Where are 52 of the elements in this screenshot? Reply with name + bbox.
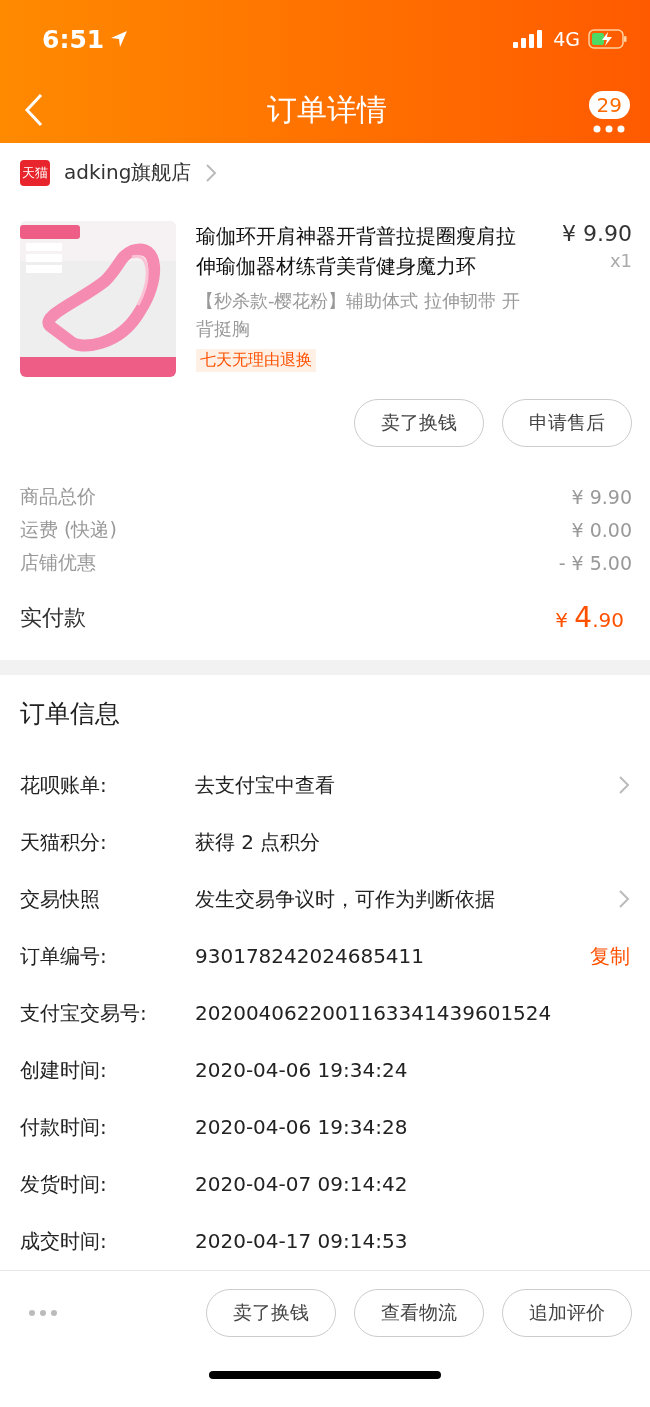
product-title[interactable]: 瑜伽环开肩神器开背普拉提圈瘦肩拉伸瑜伽器材练背美背健身魔力环 xyxy=(196,220,534,281)
info-value: 930178242024685411 xyxy=(195,944,426,969)
product-quantity: x1 xyxy=(609,249,632,271)
product-price: ¥ 9.90 xyxy=(562,220,632,246)
action-button[interactable]: 追加评价 xyxy=(502,1289,632,1338)
info-value: 2020040622001163341439601524 xyxy=(195,1001,553,1026)
info-label: 创建时间: xyxy=(20,1056,108,1084)
action-button[interactable]: 卖了换钱 xyxy=(354,398,484,447)
section-title: 订单信息 xyxy=(20,697,121,730)
chevron-right-icon[interactable] xyxy=(618,775,630,796)
cost-label: 店铺优惠 xyxy=(20,550,96,576)
chevron-right-icon[interactable] xyxy=(205,162,218,183)
info-value: 2020-04-07 09:14:42 xyxy=(195,1172,409,1197)
info-label: 订单编号: xyxy=(20,942,108,970)
battery-charging-icon xyxy=(588,29,628,49)
info-label: 天猫积分: xyxy=(20,828,108,856)
total-label: 实付款 xyxy=(20,603,86,632)
product-variant: 【秒杀款-樱花粉】辅助体式 拉伸韧带 开背挺胸 xyxy=(196,288,521,341)
info-label: 成交时间: xyxy=(20,1227,108,1255)
info-value[interactable]: 发生交易争议时，可作为判断依据 xyxy=(195,885,618,913)
page-title: 订单详情 xyxy=(267,90,387,129)
more-icon[interactable] xyxy=(593,125,626,134)
back-icon[interactable] xyxy=(24,93,44,128)
cost-value: - ¥ 5.00 xyxy=(558,552,632,575)
cost-value: ¥ 9.90 xyxy=(571,486,632,509)
action-button[interactable]: 卖了换钱 xyxy=(206,1289,336,1338)
cost-label: 商品总价 xyxy=(20,484,96,510)
store-name[interactable]: adking旗舰店 xyxy=(64,159,192,187)
signal-icon xyxy=(513,30,544,48)
network-label: 4G xyxy=(553,28,580,50)
action-button[interactable]: 申请售后 xyxy=(502,398,632,447)
status-time: 6:51 xyxy=(42,24,105,54)
cost-label: 运费 (快递) xyxy=(20,517,117,543)
info-value: 2020-04-06 19:34:28 xyxy=(195,1115,409,1140)
info-label: 花呗账单: xyxy=(20,771,108,799)
message-count-badge: 29 xyxy=(588,91,630,120)
info-label: 付款时间: xyxy=(20,1113,108,1141)
info-label: 发货时间: xyxy=(20,1170,108,1198)
location-arrow-icon xyxy=(110,30,129,48)
info-value[interactable]: 去支付宝中查看 xyxy=(195,771,618,799)
total-amount: ¥ 4.90 xyxy=(555,601,624,635)
store-logo: 天猫 xyxy=(20,159,50,186)
info-label: 支付宝交易号: xyxy=(20,999,148,1027)
info-label: 交易快照 xyxy=(20,885,101,913)
return-policy-tag: 七天无理由退换 xyxy=(196,348,316,372)
info-value: 2020-04-06 19:34:24 xyxy=(195,1058,409,1083)
info-value: 2020-04-17 09:14:53 xyxy=(195,1229,409,1254)
more-icon[interactable] xyxy=(28,1309,58,1318)
cost-value: ¥ 0.00 xyxy=(571,519,632,542)
info-value: 获得 2 点积分 xyxy=(195,828,322,856)
action-button[interactable]: 查看物流 xyxy=(354,1289,484,1338)
chevron-right-icon[interactable] xyxy=(618,889,630,910)
